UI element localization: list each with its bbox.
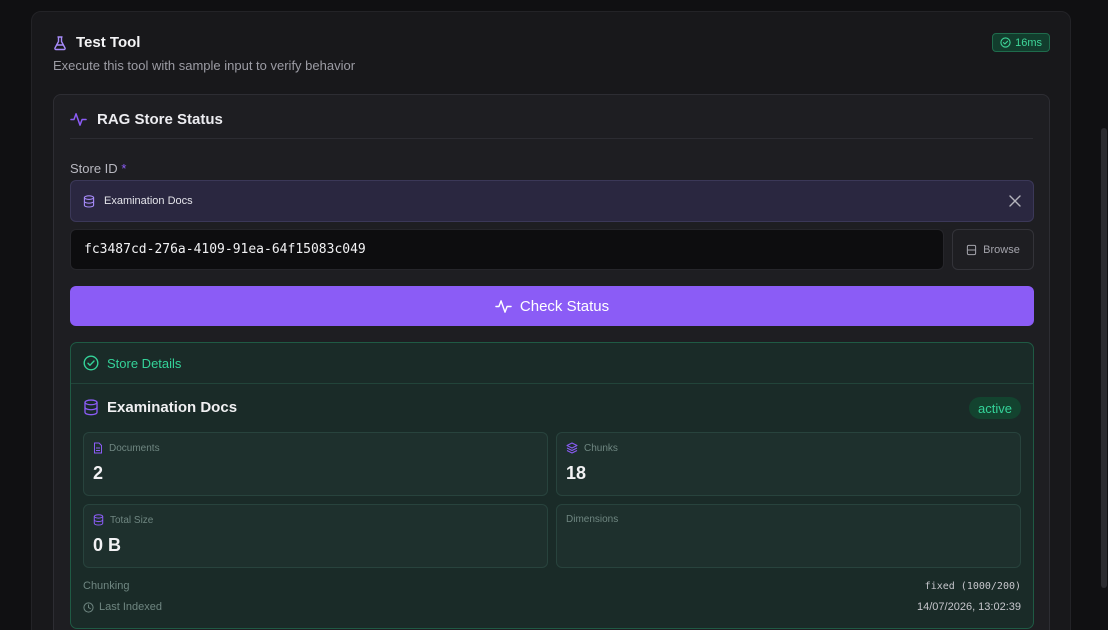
flask-icon [52,35,68,51]
chunks-stat: Chunks 18 [556,432,1021,496]
documents-value: 2 [93,463,104,483]
required-mark: * [121,161,127,176]
check-circle-icon [1000,37,1011,48]
database-icon [966,244,977,256]
activity-icon [70,111,87,128]
browse-button[interactable]: Browse [952,229,1034,270]
panel-header: Test Tool [52,34,140,51]
clock-icon [83,601,94,613]
database-icon [83,399,99,416]
check-status-button[interactable]: Check Status [70,286,1034,326]
documents-stat: Documents 2 [83,432,548,496]
timing-value: 16ms [1015,36,1042,49]
card-header: RAG Store Status [70,111,223,128]
database-icon [93,514,104,526]
total-size-label: Total Size [110,514,154,526]
dimensions-stat: Dimensions [556,504,1021,568]
store-name-row: Examination Docs [83,399,237,416]
layers-icon [566,442,578,454]
status-badge: active [969,397,1021,419]
store-details-title: Store Details [107,355,182,371]
last-indexed-row: Last Indexed 14/07/2026, 13:02:39 [83,601,1021,613]
clear-selection-button[interactable] [1007,193,1023,209]
card-title: RAG Store Status [97,111,223,128]
store-id-label: Store ID * [70,161,126,176]
total-size-stat-label: Total Size [93,514,153,526]
timing-badge: 16ms [992,33,1050,52]
activity-icon [495,298,512,315]
browse-label: Browse [983,243,1020,256]
chunks-value: 18 [566,463,587,483]
dimensions-label: Dimensions [566,514,619,525]
store-name: Examination Docs [107,399,238,416]
selected-store-label: Examination Docs [104,195,193,207]
dimensions-stat-label: Dimensions [566,514,618,525]
chunking-label: Chunking [83,580,130,592]
chunking-value: fixed (1000/200) [924,580,1021,592]
total-size-value: 0 B [93,535,122,555]
documents-stat-label: Documents [93,442,160,454]
chunks-label: Chunks [584,442,618,454]
check-status-label: Check Status [519,297,610,315]
chunks-stat-label: Chunks [566,442,618,454]
chunking-row: Chunking fixed (1000/200) [83,580,1021,592]
store-details-section: Store Details Examination Docs active Do… [70,342,1034,629]
check-circle-icon [83,355,99,371]
test-tool-panel: Test Tool Execute this tool with sample … [31,11,1071,630]
database-icon [83,194,95,208]
last-indexed-label-group: Last Indexed [83,601,162,613]
store-id-label-text: Store ID [70,161,118,176]
last-indexed-label: Last Indexed [99,601,162,613]
selected-store-chip[interactable]: Examination Docs [70,180,1034,222]
file-icon [93,442,103,454]
panel-title: Test Tool [76,34,141,51]
panel-subtitle: Execute this tool with sample input to v… [53,58,356,73]
store-id-input[interactable] [70,229,944,270]
scrollbar-thumb[interactable] [1101,128,1107,588]
total-size-stat: Total Size 0 B [83,504,548,568]
documents-label: Documents [109,442,160,454]
divider [70,138,1033,139]
last-indexed-value: 14/07/2026, 13:02:39 [917,601,1021,613]
store-details-header: Store Details [71,343,1033,384]
rag-store-status-card: RAG Store Status Store ID * Examination … [53,94,1050,630]
scrollbar-track[interactable] [1100,0,1108,630]
